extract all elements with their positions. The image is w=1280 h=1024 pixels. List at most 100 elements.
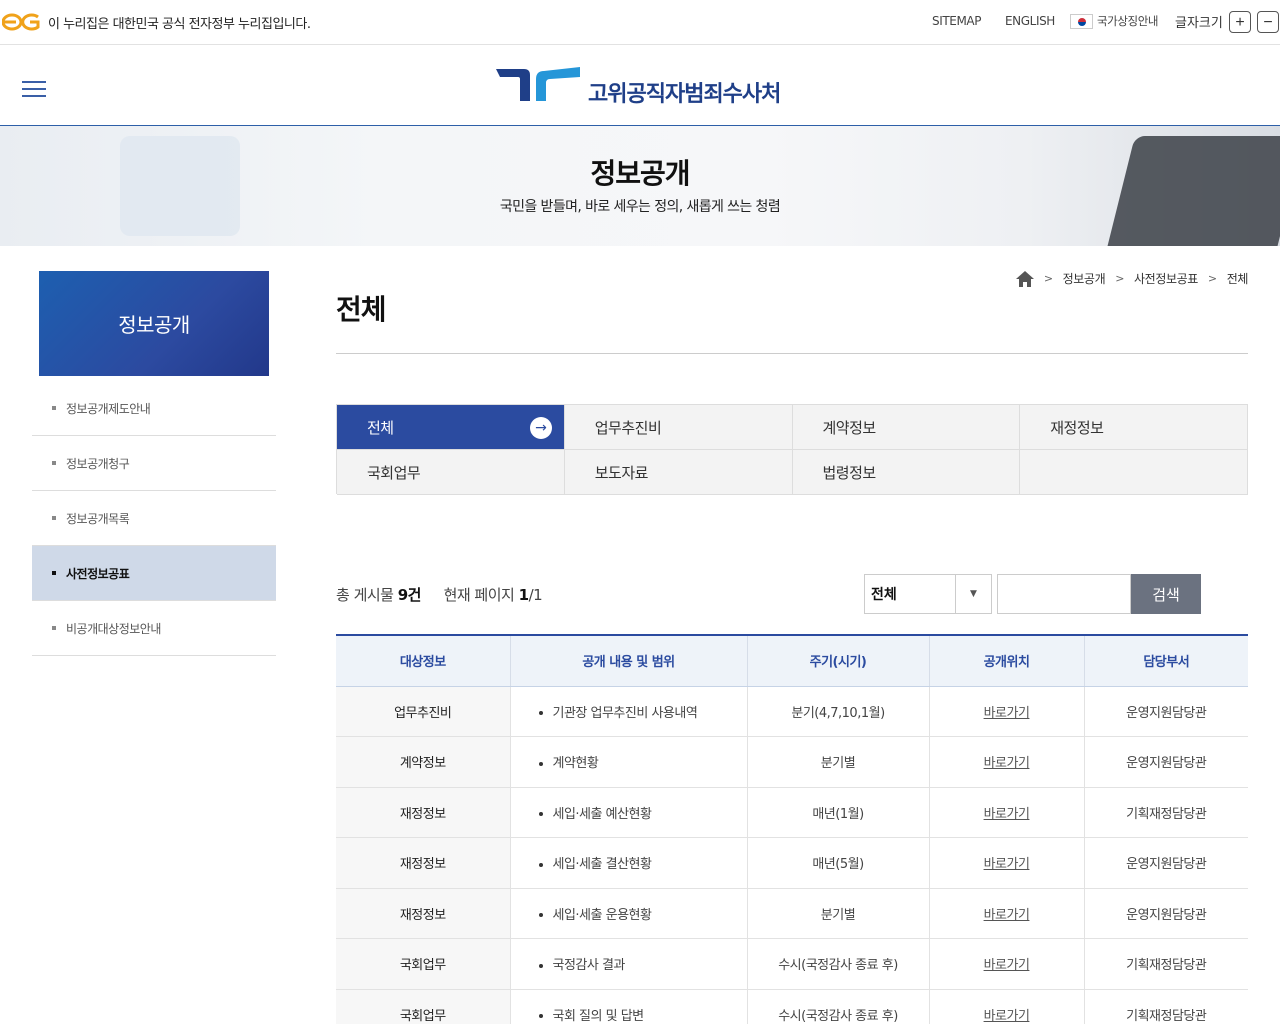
content-text: 국정감사 결과 bbox=[552, 958, 626, 974]
goto-link[interactable]: 바로가기 bbox=[984, 1009, 1030, 1024]
sidebar-item-list[interactable]: 정보공개목록 bbox=[32, 491, 276, 546]
goto-link[interactable]: 바로가기 bbox=[984, 807, 1030, 822]
tab-law[interactable]: 법령정보 bbox=[792, 450, 1021, 495]
sidebar-item-label: 비공개대상정보안내 bbox=[66, 621, 161, 636]
cio-logo-icon[interactable] bbox=[496, 67, 580, 101]
chevron-right-icon: > bbox=[1207, 272, 1217, 285]
page-title: 전체 bbox=[336, 293, 387, 326]
tab-label: 국회업무 bbox=[367, 463, 421, 482]
table-row: 국회업무 국정감사 결과 수시(국정감사 종료 후) 바로가기 기획재정담당관 bbox=[336, 938, 1248, 990]
content-text: 세입·세출 예산현황 bbox=[552, 806, 652, 822]
goto-link[interactable]: 바로가기 bbox=[984, 756, 1030, 771]
org-name[interactable]: 고위공직자범죄수사처 bbox=[588, 76, 781, 108]
page-total: /1 bbox=[528, 586, 543, 604]
korea-flag-icon bbox=[1070, 13, 1093, 29]
period-cell: 수시(국정감사 종료 후) bbox=[747, 938, 930, 990]
link-cell: 바로가기 bbox=[929, 787, 1085, 838]
font-size-label: 글자크기 bbox=[1175, 16, 1223, 31]
table-row: 재정정보 세입·세출 예산현황 매년(1월) 바로가기 기획재정담당관 bbox=[336, 787, 1248, 838]
divider bbox=[336, 353, 1248, 354]
period-cell: 분기(4,7,10,1월) bbox=[747, 686, 930, 737]
link-cell: 바로가기 bbox=[929, 837, 1085, 889]
tab-label: 재정정보 bbox=[1050, 418, 1104, 437]
period-cell: 분기별 bbox=[747, 736, 930, 788]
table-row: 계약정보 계약현황 분기별 바로가기 운영지원담당관 bbox=[336, 736, 1248, 788]
dept-cell: 기획재정담당관 bbox=[1084, 989, 1248, 1024]
page-banner: 정보공개 국민을 받들며, 바로 세우는 정의, 새롭게 쓰는 청렴 bbox=[0, 126, 1280, 246]
category-cell: 국회업무 bbox=[336, 989, 511, 1024]
egov-logo-icon bbox=[2, 13, 40, 31]
tab-label: 전체 bbox=[367, 418, 394, 437]
font-decrease-button[interactable]: − bbox=[1257, 11, 1279, 33]
period-cell: 수시(국정감사 종료 후) bbox=[747, 989, 930, 1024]
content-cell: 세입·세출 운용현황 bbox=[510, 888, 748, 939]
tab-all[interactable]: 전체 → bbox=[337, 405, 565, 450]
breadcrumb-item[interactable]: 정보공개 bbox=[1063, 270, 1106, 287]
link-cell: 바로가기 bbox=[929, 989, 1085, 1024]
content-cell: 세입·세출 결산현황 bbox=[510, 837, 748, 889]
table-header-row: 대상정보 공개 내용 및 범위 주기(시기) 공개위치 담당부서 bbox=[336, 635, 1248, 687]
tab-business-expense[interactable]: 업무추진비 bbox=[564, 405, 793, 450]
search-category-select[interactable]: 전체 ▼ bbox=[864, 574, 992, 614]
banner-title: 정보공개 bbox=[590, 157, 690, 190]
total-value: 9건 bbox=[397, 586, 422, 604]
site-header: 고위공직자범죄수사처 bbox=[0, 45, 1280, 126]
tab-press[interactable]: 보도자료 bbox=[564, 450, 793, 495]
menu-icon[interactable] bbox=[22, 81, 46, 98]
search-input[interactable] bbox=[997, 574, 1131, 614]
dept-cell: 기획재정담당관 bbox=[1084, 787, 1248, 838]
content-text: 계약현황 bbox=[552, 756, 599, 772]
bullet-icon bbox=[52, 406, 56, 410]
sidebar-item-system-guide[interactable]: 정보공개제도안내 bbox=[32, 381, 276, 436]
content-text: 기관장 업무추진비 사용내역 bbox=[552, 705, 698, 721]
goto-link[interactable]: 바로가기 bbox=[984, 706, 1030, 721]
font-increase-button[interactable]: + bbox=[1229, 11, 1251, 33]
english-link[interactable]: ENGLISH bbox=[1005, 14, 1055, 28]
tab-contract[interactable]: 계약정보 bbox=[792, 405, 1021, 450]
period-cell: 분기별 bbox=[747, 888, 930, 939]
table-row: 재정정보 세입·세출 결산현황 매년(5월) 바로가기 운영지원담당관 bbox=[336, 837, 1248, 889]
post-count: 총 게시물 9건 현재 페이지 1/1 bbox=[336, 584, 543, 605]
tab-finance[interactable]: 재정정보 bbox=[1020, 405, 1248, 450]
category-cell: 재정정보 bbox=[336, 888, 511, 939]
bullet-icon bbox=[538, 711, 543, 716]
content-text: 국회 질의 및 답변 bbox=[552, 1008, 645, 1024]
sidebar-item-request[interactable]: 정보공개청구 bbox=[32, 436, 276, 491]
tab-assembly[interactable]: 국회업무 bbox=[337, 450, 565, 495]
goto-link[interactable]: 바로가기 bbox=[984, 958, 1030, 973]
dept-cell: 운영지원담당관 bbox=[1084, 888, 1248, 939]
arrow-right-icon: → bbox=[529, 417, 552, 439]
chevron-down-icon: ▼ bbox=[955, 575, 991, 613]
category-cell: 업무추진비 bbox=[336, 686, 511, 737]
table-row: 국회업무 국회 질의 및 답변 수시(국정감사 종료 후) 바로가기 기획재정담… bbox=[336, 989, 1248, 1024]
content-cell: 국정감사 결과 bbox=[510, 938, 748, 990]
goto-link[interactable]: 바로가기 bbox=[984, 908, 1030, 923]
column-header: 주기(시기) bbox=[747, 635, 930, 687]
page-label: 현재 페이지 bbox=[443, 586, 515, 604]
content-cell: 기관장 업무추진비 사용내역 bbox=[510, 686, 748, 737]
chevron-right-icon: > bbox=[1043, 272, 1053, 285]
sidebar-item-pre-disclosure[interactable]: 사전정보공표 bbox=[32, 546, 276, 601]
column-header: 담당부서 bbox=[1084, 635, 1248, 687]
dept-cell: 운영지원담당관 bbox=[1084, 837, 1248, 889]
search-button[interactable]: 검색 bbox=[1131, 574, 1201, 614]
sidebar-item-label: 정보공개청구 bbox=[66, 456, 130, 471]
breadcrumb-item[interactable]: 사전정보공표 bbox=[1134, 270, 1198, 287]
category-tabs: 전체 → 업무추진비 계약정보 재정정보 국회업무 보도자료 법령정보 bbox=[336, 404, 1248, 495]
tab-label: 계약정보 bbox=[822, 418, 877, 437]
sidebar-item-non-disclosure[interactable]: 비공개대상정보안내 bbox=[32, 601, 276, 656]
period-cell: 매년(5월) bbox=[747, 837, 930, 889]
home-icon[interactable] bbox=[1015, 270, 1034, 287]
sidebar-item-label: 정보공개제도안내 bbox=[66, 401, 151, 416]
content-cell: 세입·세출 예산현황 bbox=[510, 787, 748, 838]
column-header: 대상정보 bbox=[336, 635, 511, 687]
content-cell: 계약현황 bbox=[510, 736, 748, 788]
period-cell: 매년(1월) bbox=[747, 787, 930, 838]
content-cell: 국회 질의 및 답변 bbox=[510, 989, 748, 1024]
sidebar-menu: 정보공개제도안내 정보공개청구 정보공개목록 사전정보공표 비공개대상정보안내 bbox=[32, 381, 276, 656]
goto-link[interactable]: 바로가기 bbox=[984, 857, 1030, 872]
sitemap-link[interactable]: SITEMAP bbox=[932, 14, 981, 28]
national-symbol-link[interactable]: 국가상징안내 bbox=[1070, 13, 1158, 29]
dept-cell: 운영지원담당관 bbox=[1084, 736, 1248, 788]
bullet-icon bbox=[538, 761, 543, 766]
